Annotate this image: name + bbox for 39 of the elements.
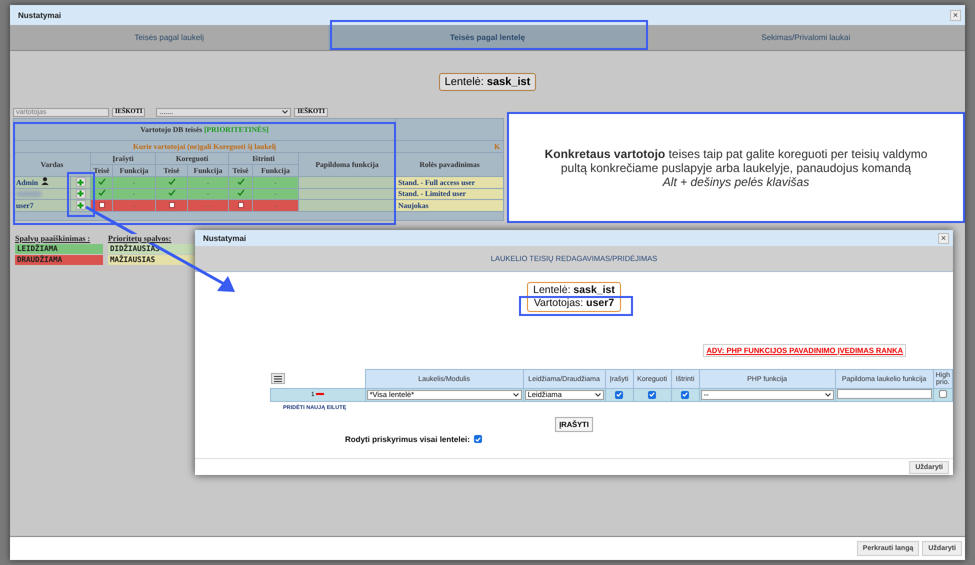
add-button[interactable]: [76, 177, 86, 187]
legend-title: Spalvų paaiškinimas :: [15, 234, 90, 242]
close-button[interactable]: ×: [950, 10, 961, 20]
tab[interactable]: Teisės pagal laukelį: [10, 25, 328, 50]
plus-icon: [77, 190, 84, 197]
checkbox-label: Rodyti priskyrimus visai lentelei:: [345, 434, 470, 444]
menu-button[interactable]: [270, 373, 284, 384]
caret-icon: [282, 110, 288, 114]
minus-icon[interactable]: [316, 393, 324, 396]
blurred-name: [16, 190, 42, 197]
add-button[interactable]: [76, 188, 86, 198]
shortcut-text: Alt + dešinys pelės klavišas: [662, 174, 810, 188]
tab[interactable]: Teisės pagal lentelę: [328, 25, 647, 50]
callout-text: Konkretaus vartotojo teises taip pat galite koreguoti per teisių valdymo pultą konkrečiame puslapyje arba laukelyje, panaudojus komandą: [544, 146, 928, 174]
plus-icon: [77, 178, 84, 186]
add-button[interactable]: [76, 200, 86, 210]
user-label: Vartotojas: user7: [534, 297, 614, 310]
checkbox[interactable]: [615, 390, 624, 398]
dialog-title: Nustatymai: [203, 234, 246, 242]
checkbox[interactable]: [938, 390, 947, 398]
legend-title: Prioritetų spalvos:: [108, 234, 172, 242]
empty-checkbox-icon: [238, 202, 244, 208]
input-field[interactable]: [836, 389, 932, 399]
empty-checkbox-icon: [98, 202, 104, 208]
checkbox[interactable]: [648, 390, 656, 398]
tab[interactable]: Sekimas/Privalomi laukai: [646, 25, 965, 50]
close-button[interactable]: ×: [938, 232, 949, 244]
empty-checkbox-icon: [168, 202, 174, 208]
user-icon: [41, 177, 50, 186]
caret-icon: [824, 392, 831, 397]
table-label: Lentelė: sask_ist: [533, 284, 615, 297]
table-label: Lentelė: sask_ist: [438, 73, 536, 91]
menu-icon: [274, 376, 282, 382]
plus-icon: [77, 202, 84, 208]
window-title: Nustatymai: [18, 10, 62, 20]
checkbox[interactable]: [681, 390, 690, 398]
checkbox[interactable]: [474, 435, 482, 443]
caret-icon: [512, 392, 519, 397]
caret-icon: [594, 392, 601, 397]
